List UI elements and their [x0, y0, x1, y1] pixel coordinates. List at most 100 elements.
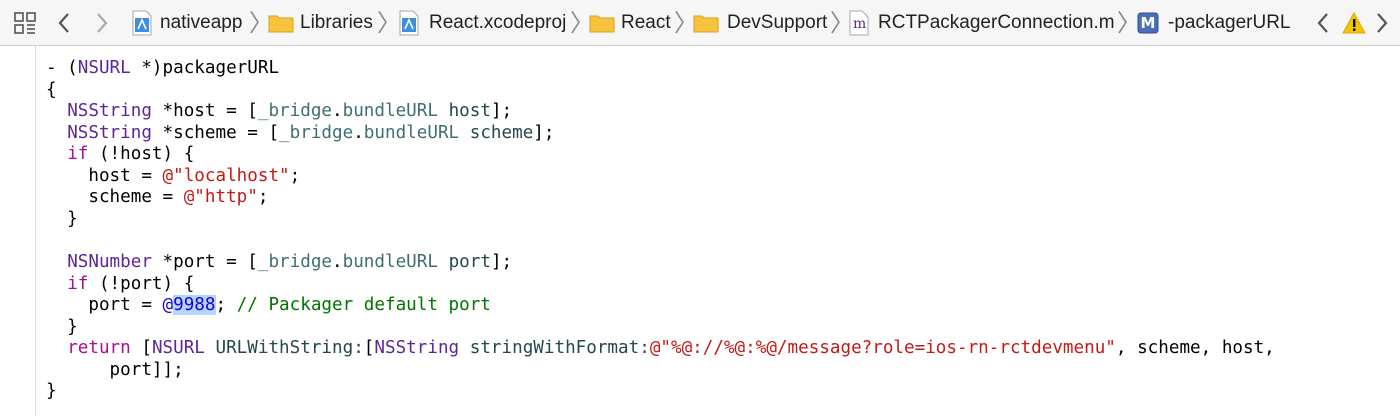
- next-issue-icon[interactable]: [1374, 0, 1390, 46]
- objc-source-file-icon: m: [849, 10, 869, 36]
- jump-bar: nativeapp 〉 Libraries 〉 React.xcodeproj …: [0, 0, 1400, 46]
- xcode-project-icon: [131, 10, 153, 36]
- code-token: ;: [257, 187, 269, 208]
- code-line[interactable]: host = @"localhost";: [46, 166, 300, 187]
- code-token: NSNumber: [67, 251, 152, 272]
- code-token: ];: [533, 122, 555, 143]
- code-token: }: [46, 208, 78, 229]
- code-line[interactable]: port]];: [46, 360, 184, 381]
- code-token: port: [448, 251, 491, 272]
- related-items-icon[interactable]: [13, 0, 39, 46]
- code-token: bundleURL: [342, 251, 438, 272]
- code-token: - (: [46, 58, 78, 78]
- code-token: .: [353, 122, 364, 143]
- code-token: @"http": [183, 187, 258, 208]
- code-token: ;: [289, 165, 301, 186]
- code-token: URLWithString:: [215, 338, 364, 359]
- code-line[interactable]: NSString *scheme = [_bridge.bundleURL sc…: [46, 123, 554, 144]
- folder-icon: [589, 13, 615, 33]
- code-token: host: [448, 101, 491, 122]
- code-token: @"localhost": [162, 165, 290, 186]
- forward-arrow-icon[interactable]: [94, 0, 110, 46]
- code-token: NSURL: [151, 338, 205, 359]
- breadcrumb-label: DevSupport: [727, 12, 828, 33]
- code-line[interactable]: if (!host) {: [46, 144, 194, 165]
- line-number-gutter[interactable]: [0, 46, 36, 416]
- code-token: (!host) {: [88, 144, 195, 165]
- code-token: NSString: [67, 101, 152, 122]
- code-token: _bridge: [257, 251, 333, 272]
- code-token: }: [46, 381, 57, 402]
- xcode-project-icon: [398, 10, 420, 36]
- breadcrumb-rctpackagerconnection-m[interactable]: m RCTPackagerConnection.m: [849, 0, 1115, 46]
- code-token: }: [46, 316, 78, 337]
- folder-icon: [693, 13, 719, 33]
- code-token: *)packagerURL: [130, 58, 280, 78]
- code-token: NSString: [374, 338, 460, 359]
- code-token: if: [67, 144, 89, 165]
- breadcrumb-label: Libraries: [300, 12, 373, 33]
- breadcrumb-devsupport[interactable]: DevSupport: [693, 0, 827, 46]
- code-token: [: [363, 338, 375, 359]
- breadcrumb-label: -packagerURL: [1168, 12, 1291, 33]
- breadcrumb-react[interactable]: React: [589, 0, 671, 46]
- code-line[interactable]: if (!port) {: [46, 274, 194, 295]
- source-editor[interactable]: - (NSURL *)packagerURL{ NSString *host =…: [36, 46, 1400, 416]
- code-line[interactable]: scheme = @"http";: [46, 187, 268, 208]
- breadcrumb-label: nativeapp: [160, 12, 243, 33]
- method-letter: M: [1140, 14, 1156, 32]
- code-token: port =: [46, 295, 163, 316]
- code-token: // Packager default port: [236, 295, 491, 316]
- code-token: stringWithFormat:: [469, 338, 650, 359]
- code-line[interactable]: NSString *host = [_bridge.bundleURL host…: [46, 101, 512, 122]
- code-token: @: [162, 295, 174, 316]
- code-token: *port = [: [151, 251, 258, 272]
- code-token: (!port) {: [88, 273, 195, 294]
- breadcrumb-react-xcodeproj[interactable]: React.xcodeproj: [398, 0, 566, 46]
- code-token: 9988: [173, 295, 216, 316]
- code-token: _bridge: [257, 101, 333, 122]
- code-line[interactable]: {: [46, 80, 57, 101]
- breadcrumb-nativeapp[interactable]: nativeapp: [131, 0, 242, 46]
- code-token: ];: [490, 101, 513, 122]
- code-token: , scheme, host,: [1115, 338, 1275, 359]
- code-token: @"%@://%@:%@/message?role=ios-rn-rctdevm…: [649, 338, 1116, 359]
- breadcrumb-label: RCTPackagerConnection.m: [878, 12, 1115, 33]
- code-token: *scheme = [: [151, 122, 280, 143]
- code-token: _bridge: [279, 122, 354, 143]
- method-icon: M: [1137, 12, 1159, 34]
- folder-icon: [268, 13, 294, 33]
- code-line[interactable]: port = @9988; // Packager default port: [46, 295, 491, 316]
- breadcrumb-libraries[interactable]: Libraries: [268, 0, 373, 46]
- code-line[interactable]: }: [46, 381, 57, 402]
- code-line[interactable]: - (NSURL *)packagerURL: [46, 58, 279, 79]
- code-line[interactable]: NSNumber *port = [_bridge.bundleURL port…: [46, 252, 512, 273]
- previous-issue-icon[interactable]: [1315, 0, 1331, 46]
- code-token: port]];: [46, 359, 184, 380]
- breadcrumb-method-packagerurl[interactable]: M -packagerURL: [1137, 0, 1291, 46]
- code-token: ];: [490, 251, 513, 272]
- code-token: if: [67, 273, 89, 294]
- breadcrumb-label: React: [621, 12, 671, 33]
- file-type-letter: m: [853, 16, 867, 32]
- breadcrumb-label: React.xcodeproj: [429, 12, 567, 33]
- code-token: NSURL: [77, 58, 131, 78]
- code-token: bundleURL: [342, 101, 438, 122]
- code-token: .: [332, 251, 343, 272]
- back-arrow-icon[interactable]: [56, 0, 72, 46]
- code-token: scheme: [469, 122, 534, 143]
- code-line[interactable]: return [NSURL URLWithString:[NSString st…: [46, 338, 1275, 359]
- code-line[interactable]: }: [46, 317, 78, 338]
- code-line[interactable]: }: [46, 209, 78, 230]
- warning-icon[interactable]: [1342, 0, 1366, 46]
